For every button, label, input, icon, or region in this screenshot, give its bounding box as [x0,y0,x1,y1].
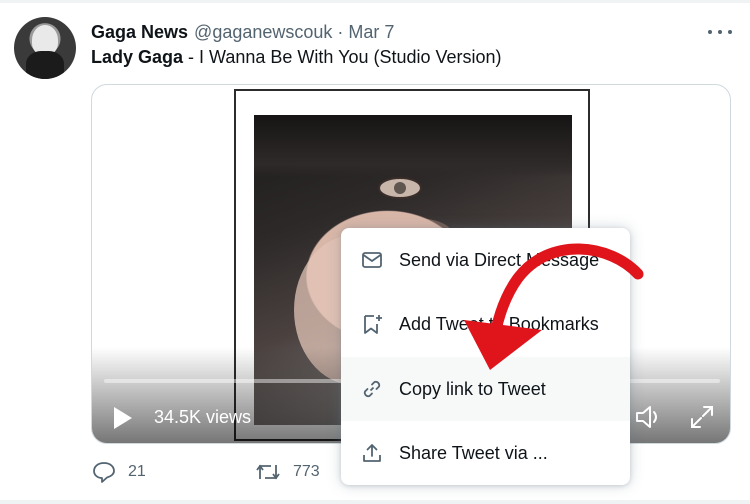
tweet-date[interactable]: Mar 7 [348,22,394,43]
top-divider [0,0,750,3]
fullscreen-icon[interactable] [688,403,716,431]
bookmark-add-icon [364,315,382,334]
avatar[interactable] [14,17,76,79]
tweet-text-rest: - I Wanna Be With You (Studio Version) [183,47,502,67]
menu-item-label: Send via Direct Message [399,249,600,270]
separator-dot: · [337,21,344,42]
retweet-button[interactable]: 773 [255,460,320,484]
share-menu: Send via Direct Message Add Tweet to Boo… [341,228,630,485]
menu-item-copy-link[interactable]: Copy link to Tweet [341,357,630,421]
reply-icon [93,462,115,483]
display-name[interactable]: Gaga News [91,22,188,43]
bottom-divider [0,500,750,504]
menu-item-label: Copy link to Tweet [399,378,546,399]
view-count: 34.5K views [154,407,252,427]
envelope-icon [362,252,382,268]
reply-count: 21 [128,463,146,480]
tweet-header: Gaga News @gaganewscouk · Mar 7 [91,20,394,44]
more-options-icon[interactable] [708,27,732,37]
link-icon [363,380,381,398]
menu-item-share-via[interactable]: Share Tweet via ... [341,421,630,485]
share-icon [363,444,381,462]
reply-button[interactable]: 21 [92,460,146,484]
user-handle[interactable]: @gaganewscouk [194,22,332,43]
menu-item-label: Share Tweet via ... [399,442,548,463]
retweet-count: 773 [293,463,320,480]
volume-icon[interactable] [634,403,664,431]
retweet-icon [256,464,280,480]
play-icon[interactable] [114,407,132,429]
menu-item-send-dm[interactable]: Send via Direct Message [341,228,630,292]
menu-item-add-bookmark[interactable]: Add Tweet to Bookmarks [341,292,630,356]
tweet-text-bold: Lady Gaga [91,47,184,67]
menu-item-label: Add Tweet to Bookmarks [399,313,599,334]
tweet-text: Lady Gaga - I Wanna Be With You (Studio … [91,47,502,68]
